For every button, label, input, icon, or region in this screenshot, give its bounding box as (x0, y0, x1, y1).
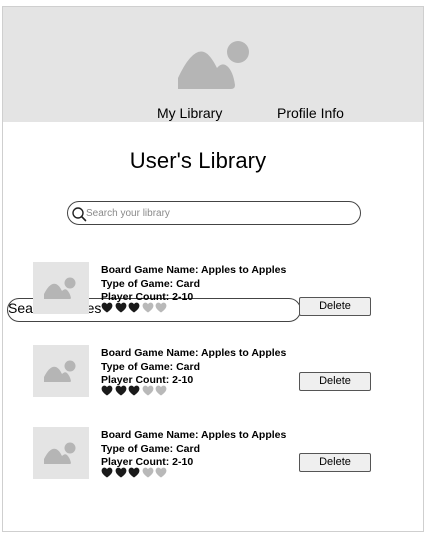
game-type: Type of Game: Card (101, 277, 200, 290)
rating-hearts (101, 385, 167, 397)
rating-hearts (101, 302, 167, 314)
delete-button[interactable]: Delete (299, 297, 371, 316)
delete-button[interactable]: Delete (299, 453, 371, 472)
heart-icon (101, 385, 113, 396)
nav-my-library[interactable]: My Library (157, 104, 222, 122)
image-placeholder-icon (44, 442, 76, 464)
search-bar[interactable] (67, 201, 361, 225)
game-card: Board Game Name: Apples to Apples Type of… (33, 345, 393, 401)
game-type: Type of Game: Card (101, 360, 200, 373)
game-info: Board Game Name: Apples to Apples Type of… (101, 347, 286, 388)
heart-icon (155, 385, 167, 396)
game-type: Type of Game: Card (101, 442, 200, 455)
game-info: Board Game Name: Apples to Apples Type of… (101, 264, 286, 305)
main-nav: Search Games My Library Profile Info (3, 104, 423, 322)
heart-icon (142, 467, 153, 478)
app-frame: Search Games My Library Profile Info Use… (2, 6, 424, 532)
heart-icon (142, 385, 153, 396)
game-card: Board Game Name: Apples to Apples Type of… (33, 262, 393, 318)
image-placeholder-icon (44, 360, 76, 382)
heart-icon (128, 385, 140, 396)
page-title: User's Library (129, 148, 267, 173)
game-thumbnail (33, 427, 89, 479)
heart-icon (115, 467, 126, 478)
delete-button[interactable]: Delete (299, 372, 371, 391)
game-thumbnail (33, 262, 89, 314)
rating-hearts (101, 467, 167, 479)
heart-icon (128, 302, 140, 313)
heart-icon (115, 385, 126, 396)
image-placeholder-icon (178, 41, 249, 89)
game-info: Board Game Name: Apples to Apples Type of… (101, 429, 286, 470)
game-name: Board Game Name: Apples to Apples (101, 264, 287, 276)
game-name: Board Game Name: Apples to Apples (101, 347, 287, 359)
game-card: Board Game Name: Apples to Apples Type of… (33, 427, 393, 483)
search-input[interactable] (86, 204, 354, 222)
game-name: Board Game Name: Apples to Apples (101, 429, 287, 441)
magnifier-icon (72, 207, 87, 222)
heart-icon (155, 302, 167, 313)
heart-icon (155, 467, 167, 478)
heart-icon (115, 302, 126, 313)
game-thumbnail (33, 345, 89, 397)
heart-icon (128, 467, 140, 478)
heart-icon (142, 302, 153, 313)
heart-icon (101, 467, 113, 478)
image-placeholder-icon (44, 277, 76, 299)
heart-icon (101, 302, 113, 313)
header-banner: Search Games My Library Profile Info (3, 7, 423, 322)
nav-profile-info[interactable]: Profile Info (277, 104, 344, 122)
